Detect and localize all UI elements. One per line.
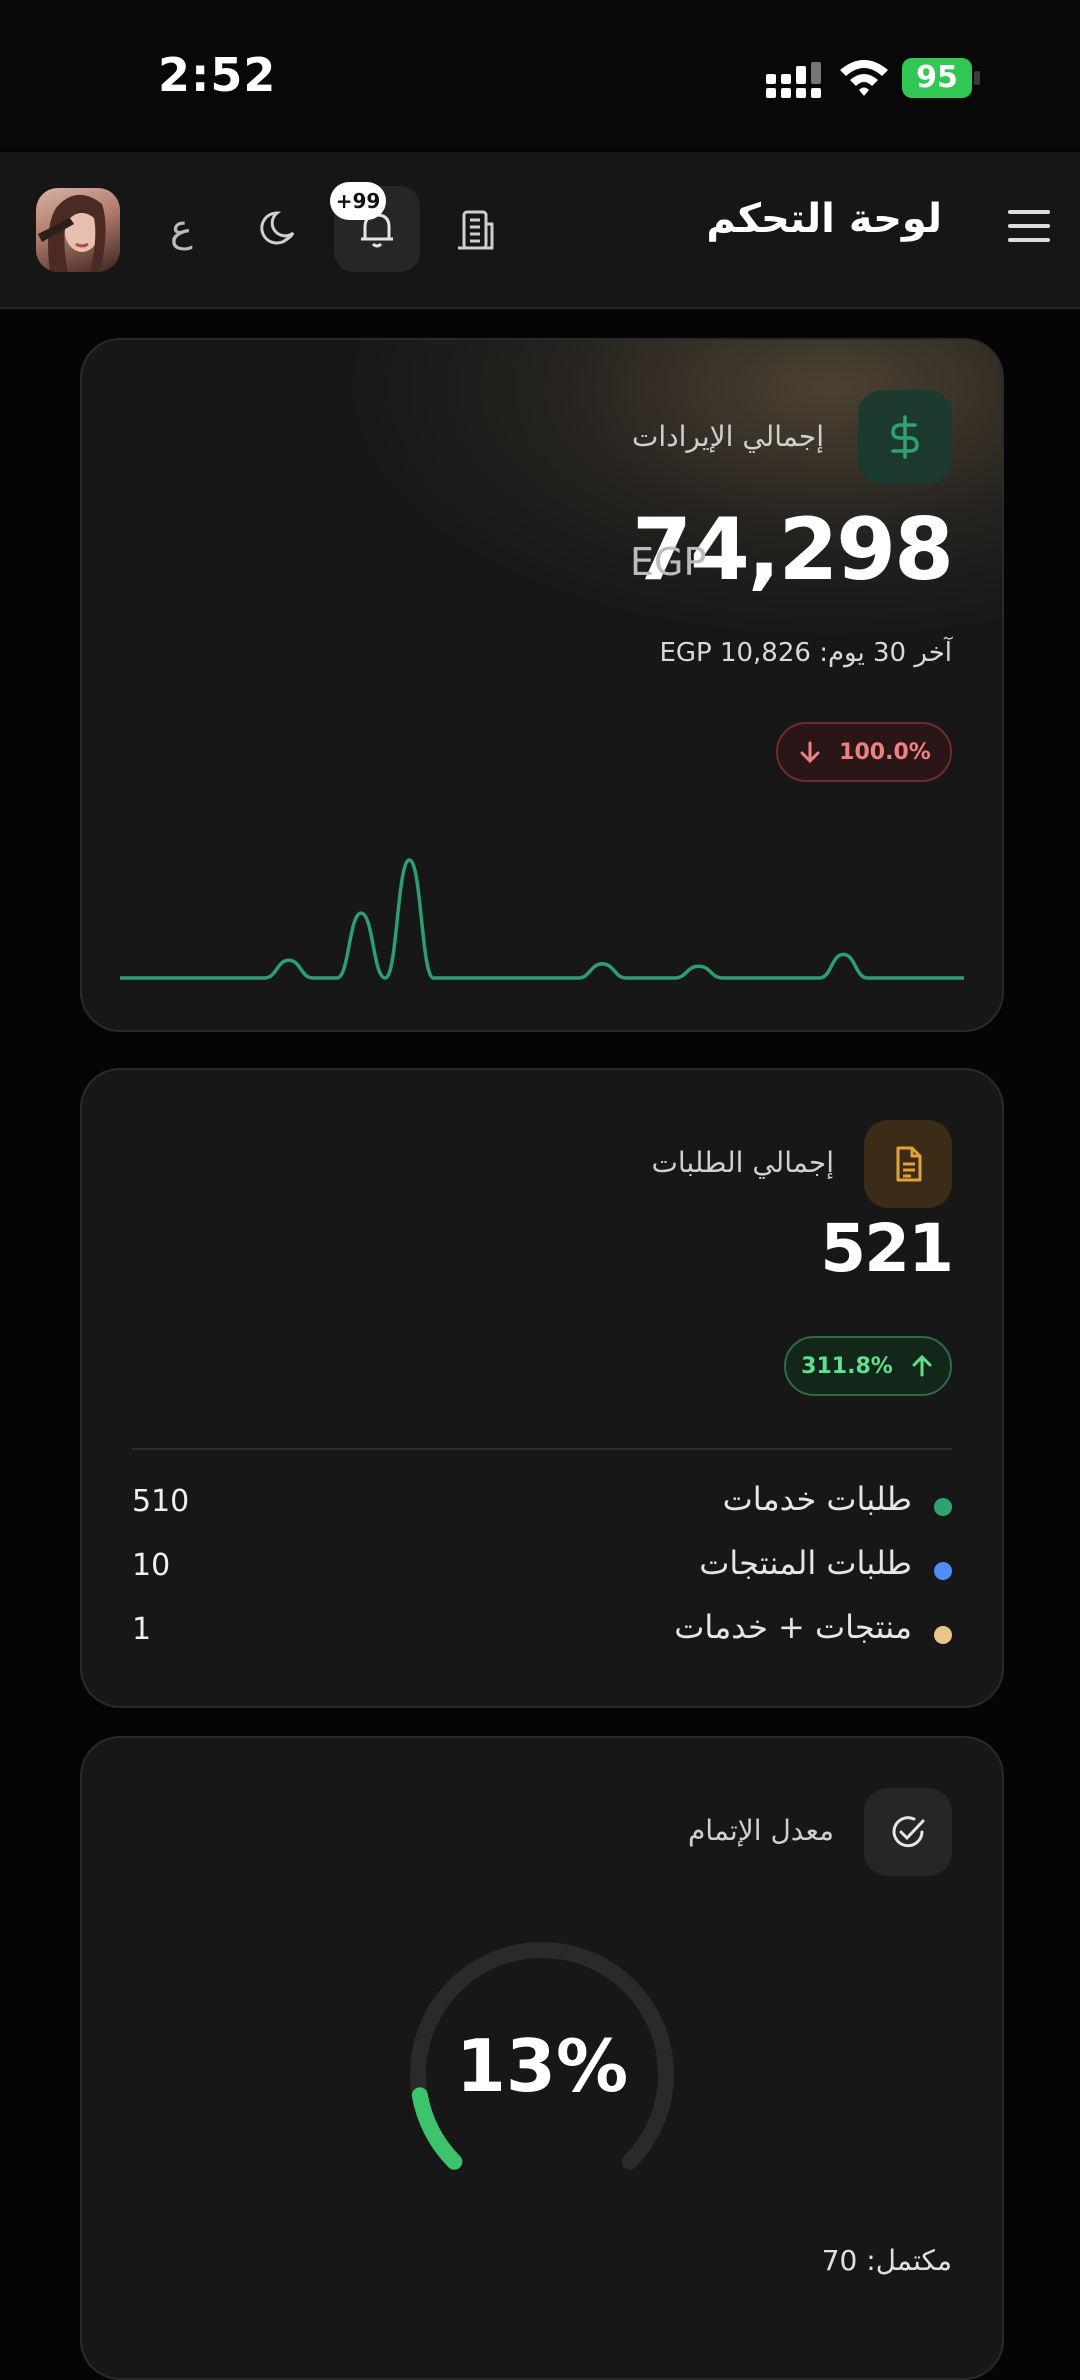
profile-photo	[38, 194, 106, 272]
legend-dot	[934, 1626, 952, 1644]
orders-change-value: 311.8%	[801, 1353, 893, 1379]
moon-icon	[260, 211, 295, 245]
completed-value: 70	[821, 2244, 858, 2277]
dollar-icon	[891, 415, 919, 459]
notifications-badge: +99	[330, 182, 386, 220]
completed-count: مكتمل: 70	[822, 2244, 952, 2277]
status-time: 2:52	[158, 48, 277, 102]
app-header: لوحة التحكم	[0, 152, 1080, 309]
document-icon	[896, 1146, 922, 1182]
completed-label: مكتمل:	[866, 2244, 952, 2277]
breakdown-label: منتجات + خدمات	[674, 1608, 912, 1646]
legend-dot	[934, 1498, 952, 1516]
divider	[132, 1448, 952, 1450]
menu-line	[1008, 238, 1050, 242]
check-circle-icon	[892, 1816, 925, 1848]
completion-label: معدل الإتمام	[687, 1814, 834, 1847]
dark-mode-toggle[interactable]	[236, 186, 322, 272]
menu-line	[1008, 224, 1050, 228]
page-title: لوحة التحكم	[706, 196, 942, 242]
breakdown-row: طلبات المنتجات 10	[132, 1544, 952, 1594]
orders-change-badge: 311.8%	[784, 1336, 952, 1396]
completion-card: معدل الإتمام 13% مكتمل: 70	[80, 1736, 1004, 2380]
breakdown-value: 510	[132, 1484, 190, 1519]
wifi-icon	[840, 60, 888, 96]
menu-button[interactable]	[1008, 210, 1050, 246]
completion-percent: 13%	[455, 2024, 629, 2108]
revenue-change-badge: 100.0%	[776, 722, 952, 782]
revenue-change-value: 100.0%	[839, 739, 931, 765]
status-bar: 2:52 95	[0, 0, 1080, 150]
revenue-sparkline	[120, 858, 964, 980]
arrow-down-icon	[800, 741, 820, 764]
building-button[interactable]	[432, 186, 518, 272]
breakdown-value: 10	[132, 1548, 171, 1583]
arrow-up-icon	[912, 1354, 932, 1377]
orders-label: إجمالي الطلبات	[651, 1146, 834, 1179]
legend-dot	[934, 1562, 952, 1580]
breakdown-label: طلبات المنتجات	[699, 1544, 912, 1582]
battery-level: 95	[902, 58, 972, 98]
language-toggle[interactable]: ع	[170, 206, 193, 250]
breakdown-value: 1	[132, 1612, 152, 1647]
revenue-last30: آخر 30 يوم: EGP 10,826	[659, 638, 952, 668]
check-icon-box	[864, 1788, 952, 1876]
building-icon	[458, 210, 494, 250]
avatar[interactable]	[36, 188, 120, 272]
last30-label: آخر 30 يوم:	[819, 638, 952, 668]
battery-indicator: 95	[902, 58, 980, 98]
revenue-card: إجمالي الإيرادات 74,298 EGP آخر 30 يوم: …	[80, 338, 1004, 1032]
revenue-currency: EGP	[630, 540, 707, 584]
battery-cap	[974, 71, 980, 85]
sparkline-path	[120, 858, 964, 980]
breakdown-row: طلبات خدمات 510	[132, 1480, 952, 1530]
menu-line	[1008, 210, 1050, 214]
dollar-icon-box	[858, 390, 952, 484]
breakdown-label: طلبات خدمات	[722, 1480, 912, 1518]
orders-card: إجمالي الطلبات 521 311.8% طلبات خدمات 51…	[80, 1068, 1004, 1708]
cellular-signal-icon	[766, 62, 821, 98]
breakdown-row: منتجات + خدمات 1	[132, 1608, 952, 1658]
revenue-label: إجمالي الإيرادات	[632, 420, 824, 453]
document-icon-box	[864, 1120, 952, 1208]
orders-value: 521	[820, 1210, 954, 1287]
last30-value: EGP 10,826	[659, 638, 811, 668]
